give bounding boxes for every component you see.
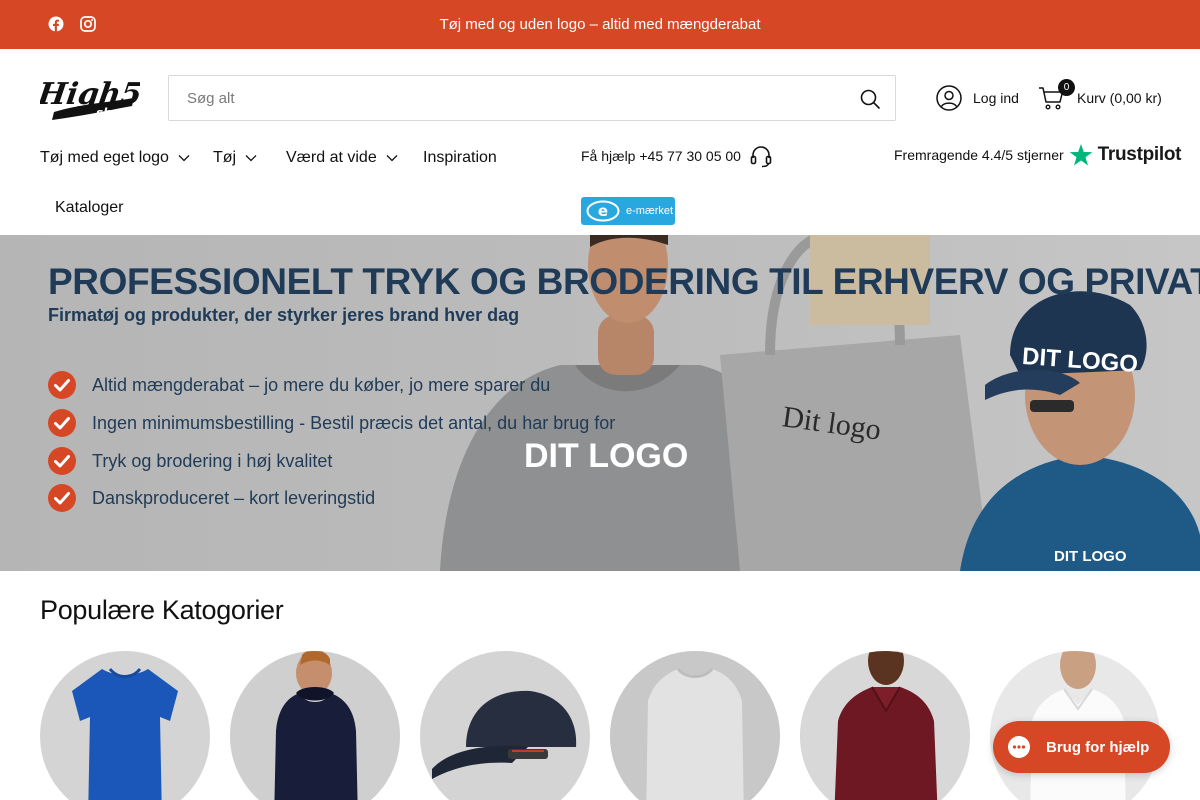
help-phone-link[interactable]: Få hjælp +45 77 30 05 00 <box>581 144 773 168</box>
usp-item: Tryk og brodering i høj kvalitet <box>48 447 332 475</box>
facebook-icon[interactable] <box>48 16 64 32</box>
chat-label: Brug for hjælp <box>1046 738 1150 756</box>
nav-item-label: Værd at vide <box>286 149 377 166</box>
jacket-print-text: DIT LOGO <box>1054 548 1127 565</box>
login-link[interactable]: Log ind <box>936 84 1019 112</box>
category-hoodie[interactable] <box>230 651 400 800</box>
announcement-bar: Tøj med og uden logo – altid med mængder… <box>0 0 1200 49</box>
category-sweatshirt[interactable] <box>610 651 780 800</box>
cap-image <box>432 690 577 779</box>
sweatshirt-image <box>610 651 780 800</box>
nav-item-label: Inspiration <box>423 149 497 166</box>
chevron-down-icon <box>178 155 190 162</box>
hero-subheadline: Firmatøj og produkter, der styrker jeres… <box>48 305 520 325</box>
svg-text:shop: shop <box>96 106 129 120</box>
search-input[interactable] <box>169 76 829 120</box>
nav-item-kataloger[interactable]: Kataloger <box>55 199 124 217</box>
hero-headline: PROFESSIONELT TRYK OG BRODERING TIL ERHV… <box>48 261 1200 302</box>
nav-item-label: Tøj med eget logo <box>40 149 169 166</box>
usp-text: Altid mængderabat – jo mere du køber, jo… <box>92 374 551 395</box>
check-circle-icon <box>48 371 76 399</box>
trustpilot-star-icon <box>1069 144 1092 166</box>
shirt-print-text: DIT LOGO <box>524 437 689 475</box>
hero-banner[interactable]: DIT LOGO Dit logo DIT LOGO DIT LOGO PROF… <box>0 235 1200 571</box>
usp-text: Tryk og brodering i høj kvalitet <box>92 450 333 471</box>
nav-item-inspiration[interactable]: Inspiration <box>423 147 497 169</box>
trustpilot-wordmark: Trustpilot <box>1097 144 1182 165</box>
cart-label: Kurv (0,00 kr) <box>1077 90 1162 106</box>
cart-count-badge: 0 <box>1058 79 1075 96</box>
trustpilot-rating-text: Fremragende 4.4/5 stjerner <box>894 147 1064 163</box>
instagram-icon[interactable] <box>80 16 96 32</box>
trustpilot-rating[interactable]: Fremragende 4.4/5 stjerner Trustpilot <box>894 142 1182 168</box>
emaerket-badge[interactable]: e e-mærket <box>581 197 675 225</box>
popular-categories-title: Populære Katogorier <box>40 595 284 625</box>
svg-text:e: e <box>598 202 608 220</box>
usp-item: Altid mængderabat – jo mere du køber, jo… <box>48 371 550 399</box>
usp-item: Ingen minimumsbestilling - Bestil præcis… <box>48 409 615 437</box>
search-icon[interactable] <box>859 88 881 110</box>
chevron-down-icon <box>386 155 398 162</box>
usp-text: Ingen minimumsbestilling - Bestil præcis… <box>92 412 616 433</box>
usp-item: Danskproduceret – kort leveringstid <box>48 484 375 512</box>
nav-item-toj-med-eget-logo[interactable]: Tøj med eget logo <box>40 147 190 169</box>
search-bar <box>168 75 896 121</box>
chevron-down-icon <box>245 155 257 162</box>
nav-item-toj[interactable]: Tøj <box>213 147 257 169</box>
high5-shop-logo[interactable]: High5 shop <box>40 68 140 128</box>
tshirt-image <box>72 667 178 800</box>
emaerket-logo-icon: e <box>586 200 620 222</box>
category-cap[interactable] <box>420 651 590 800</box>
polo-image <box>800 651 970 800</box>
usp-text: Danskproduceret – kort leveringstid <box>92 487 376 508</box>
announcement-text: Tøj med og uden logo – altid med mængder… <box>439 16 761 33</box>
category-polo[interactable] <box>800 651 970 800</box>
category-tshirt[interactable] <box>40 651 210 800</box>
nav-item-label: Tøj <box>213 149 237 166</box>
check-circle-icon <box>48 409 76 437</box>
login-label: Log ind <box>973 90 1019 106</box>
chat-bubble-icon <box>1008 736 1030 758</box>
check-circle-icon <box>48 447 76 475</box>
check-circle-icon <box>48 484 76 512</box>
hoodie-image <box>230 651 400 800</box>
help-chat-button[interactable]: Brug for hjælp <box>993 721 1170 773</box>
user-icon <box>936 85 962 111</box>
headset-icon <box>750 146 772 168</box>
cart-link[interactable]: 0 Kurv (0,00 kr) <box>1038 79 1162 112</box>
emaerket-label: e-mærket <box>626 205 674 217</box>
nav-item-vaerd-at-vide[interactable]: Værd at vide <box>286 147 398 169</box>
help-text: Få hjælp +45 77 30 05 00 <box>581 148 741 164</box>
